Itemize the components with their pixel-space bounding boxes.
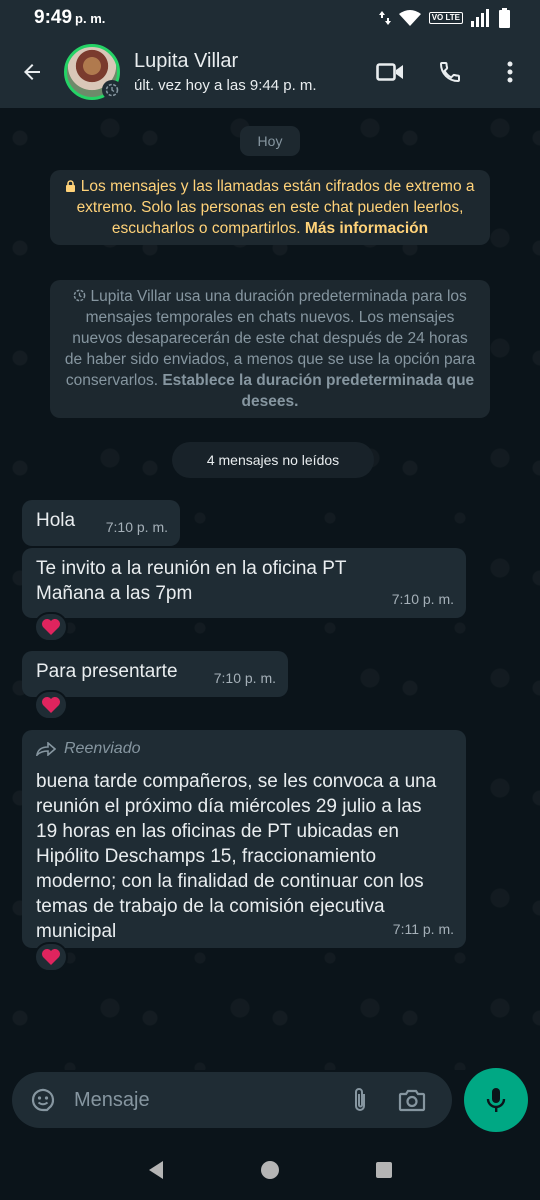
sticker-emoji-icon — [31, 1088, 55, 1112]
temporary-messages-notice[interactable]: Lupita Villar usa una duración predeterm… — [50, 280, 490, 418]
paperclip-icon — [355, 1088, 365, 1111]
phone-icon — [439, 62, 460, 83]
message-time: 7:10 p. m. — [213, 670, 276, 686]
contact-info[interactable]: Lupita Villar últ. vez hoy a las 9:44 p.… — [134, 50, 360, 94]
message-text: Hola — [36, 510, 76, 531]
contact-avatar[interactable] — [64, 44, 122, 100]
heart-icon — [42, 697, 60, 713]
status-bar: 9:49 p. m. VO LTE — [0, 0, 540, 36]
message-reaction[interactable] — [34, 612, 68, 642]
contact-name: Lupita Villar — [134, 50, 239, 72]
status-time-value: 9:49 — [34, 7, 73, 28]
nav-home-icon[interactable] — [260, 1160, 280, 1180]
status-time-ampm: p. m. — [75, 11, 106, 26]
set-duration-link[interactable]: Establece la duración predeterminada que… — [162, 372, 474, 410]
forwarded-label: Reenviado — [36, 736, 452, 761]
message-composer[interactable]: Mensaje — [12, 1072, 452, 1128]
disappearing-timer-badge — [102, 80, 122, 100]
unread-banner: 4 mensajes no leídos — [172, 442, 374, 478]
message-reaction[interactable] — [34, 690, 68, 720]
volte-icon: VO LTE — [428, 12, 463, 24]
back-button[interactable] — [0, 36, 64, 108]
heart-icon — [42, 619, 60, 635]
microphone-icon — [486, 1088, 506, 1112]
message-reaction[interactable] — [34, 942, 68, 972]
message-time: 7:10 p. m. — [105, 519, 168, 535]
video-call-button[interactable] — [360, 36, 420, 108]
message-time: 7:10 p. m. — [391, 591, 454, 607]
kebab-menu-icon — [507, 61, 513, 83]
message-time: 7:11 p. m. — [392, 921, 454, 937]
voice-message-button[interactable] — [464, 1068, 528, 1132]
message-bubble[interactable]: Te invito a la reunión en la oficina PT … — [22, 548, 466, 618]
signal-icon — [471, 9, 489, 27]
message-text: buena tarde compañeros, se les convoca a… — [36, 771, 437, 942]
wifi-icon — [398, 10, 421, 26]
forward-arrow-icon — [36, 741, 56, 756]
lock-icon — [66, 180, 76, 192]
battery-icon — [499, 8, 510, 28]
system-nav-bar — [0, 1140, 540, 1200]
message-bubble[interactable]: Reenviado buena tarde compañeros, se les… — [22, 730, 466, 948]
nav-back-icon[interactable] — [147, 1160, 165, 1180]
camera-button[interactable] — [386, 1088, 438, 1112]
message-bubble[interactable]: Hola 7:10 p. m. — [22, 500, 180, 546]
attach-button[interactable] — [334, 1086, 386, 1114]
voice-call-button[interactable] — [420, 36, 480, 108]
message-input[interactable]: Mensaje — [74, 1089, 334, 1112]
nav-recents-icon[interactable] — [375, 1161, 393, 1179]
timer-icon — [73, 289, 86, 302]
emoji-button[interactable] — [26, 1086, 60, 1114]
heart-icon — [42, 949, 60, 965]
more-info-link[interactable]: Más información — [305, 220, 428, 237]
date-pill: Hoy — [240, 126, 300, 156]
back-arrow-icon — [24, 64, 40, 80]
last-seen: últ. vez hoy a las 9:44 p. m. — [134, 77, 317, 94]
chat-header: Lupita Villar últ. vez hoy a las 9:44 p.… — [0, 36, 540, 108]
message-text: Te invito a la reunión en la oficina PT … — [36, 558, 347, 604]
camera-icon — [398, 1089, 426, 1112]
data-arrows-icon — [378, 11, 391, 25]
encryption-notice[interactable]: Los mensajes y las llamadas están cifrad… — [50, 170, 490, 245]
status-icons: VO LTE — [378, 8, 510, 28]
chat-area[interactable]: Hoy Los mensajes y las llamadas están ci… — [0, 108, 540, 1070]
timer-icon — [105, 83, 119, 97]
more-options-button[interactable] — [480, 36, 540, 108]
message-text: Para presentarte — [36, 661, 178, 682]
message-bubble[interactable]: Para presentarte 7:10 p. m. — [22, 651, 288, 697]
video-camera-icon — [376, 63, 403, 81]
status-time: 9:49 p. m. — [34, 7, 105, 29]
forwarded-text: Reenviado — [64, 740, 141, 757]
